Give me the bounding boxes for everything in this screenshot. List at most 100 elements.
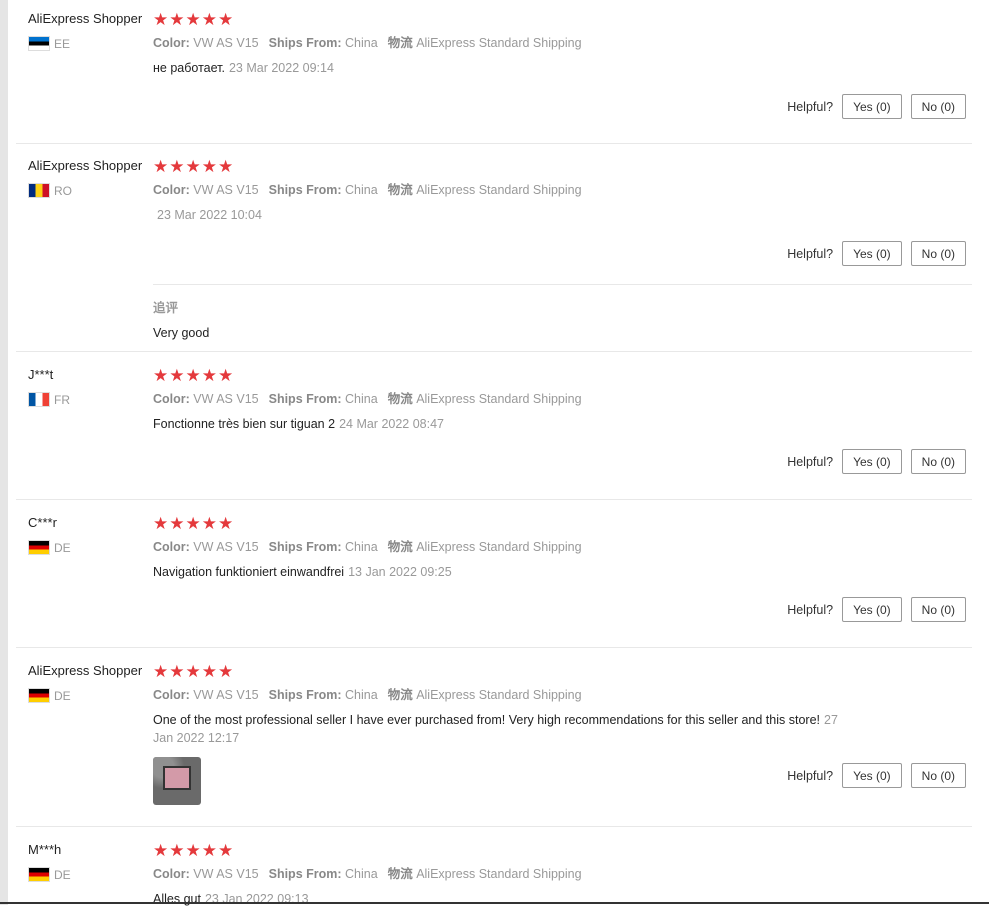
logistics-label: 物流 — [387, 688, 413, 702]
buyer-country: EE — [28, 36, 142, 51]
color-label: Color: — [153, 392, 190, 406]
buyer-country: DE — [28, 867, 71, 882]
star-rating: ★ ★ ★ ★ ★ — [153, 662, 873, 680]
color-label: Color: — [153, 540, 190, 554]
review-text: Navigation funktioniert einwandfrei — [153, 565, 345, 579]
logistics-value: AliExpress Standard Shipping — [416, 867, 582, 881]
review-date: 24 Mar 2022 08:47 — [339, 417, 445, 431]
helpful-yes-button[interactable]: Yes (0) — [842, 597, 902, 622]
star-icon: ★ — [201, 513, 217, 533]
star-icon: ★ — [201, 156, 217, 176]
star-icon: ★ — [185, 661, 201, 681]
star-icon: ★ — [218, 513, 234, 533]
logistics-value: AliExpress Standard Shipping — [416, 36, 582, 50]
buyer-name: AliExpress Shopper — [28, 158, 143, 173]
buyer-info: C***r DE — [28, 514, 71, 555]
helpful-controls: Helpful? Yes (0) No (0) — [787, 763, 966, 788]
review-item: J***t FR ★ ★ ★ ★ ★ Color: VW AS V15 Ships Fro… — [16, 352, 972, 500]
ships-from-value: China — [345, 867, 378, 881]
star-icon: ★ — [153, 365, 169, 385]
buyer-country: DE — [28, 540, 71, 555]
buyer-name: M***h — [28, 842, 62, 857]
ships-from-label: Ships From: — [268, 540, 342, 554]
review-photo-thumbnail[interactable] — [153, 757, 201, 805]
helpful-controls: Helpful? Yes (0) No (0) — [787, 94, 966, 119]
feedback-list: AliExpress Shopper EE ★ ★ ★ ★ ★ Color: VW AS… — [16, 0, 972, 907]
additional-feedback-text: Very good — [153, 326, 210, 340]
star-icon: ★ — [185, 156, 201, 176]
star-rating: ★ ★ ★ ★ ★ — [153, 10, 873, 28]
helpful-label: Helpful? — [787, 246, 834, 261]
ships-from-label: Ships From: — [268, 867, 342, 881]
helpful-yes-button[interactable]: Yes (0) — [842, 241, 902, 266]
review-item: C***r DE ★ ★ ★ ★ ★ Color: VW AS V15 Ships Fro… — [16, 500, 972, 648]
buyer-name: C***r — [28, 515, 57, 530]
star-icon: ★ — [185, 365, 201, 385]
star-icon: ★ — [185, 840, 201, 860]
review-date: 23 Mar 2022 10:04 — [157, 208, 262, 222]
star-icon: ★ — [185, 513, 201, 533]
additional-feedback-title: 追评 — [153, 301, 179, 315]
logistics-value: AliExpress Standard Shipping — [416, 392, 582, 406]
helpful-no-button[interactable]: No (0) — [910, 597, 966, 622]
star-icon: ★ — [169, 661, 185, 681]
review-text: не работает. — [153, 61, 225, 75]
star-icon: ★ — [201, 840, 217, 860]
order-info: Color: VW AS V15 Ships From: China 物流 AliE… — [153, 34, 873, 52]
color-label: Color: — [153, 36, 190, 50]
buyer-info: AliExpress Shopper RO — [28, 157, 142, 198]
helpful-controls: Helpful? Yes (0) No (0) — [787, 241, 966, 266]
buyer-info: M***h DE — [28, 841, 71, 882]
helpful-label: Helpful? — [787, 768, 834, 783]
buyer-info: AliExpress Shopper DE — [28, 662, 142, 703]
review-content: ★ ★ ★ ★ ★ Color: VW AS V15 Ships From: China 物… — [153, 366, 873, 433]
review-text: Fonctionne très bien sur tiguan 2 — [153, 417, 336, 431]
review-content: ★ ★ ★ ★ ★ Color: VW AS V15 Ships From: China 物… — [153, 662, 873, 805]
flag-ee-icon — [28, 36, 50, 51]
color-value: VW AS V15 — [193, 36, 259, 50]
ships-from-value: China — [345, 183, 378, 197]
ships-from-value: China — [345, 392, 378, 406]
buyer-country: FR — [28, 392, 70, 407]
logistics-value: AliExpress Standard Shipping — [416, 688, 582, 702]
helpful-controls: Helpful? Yes (0) No (0) — [787, 597, 966, 622]
helpful-yes-button[interactable]: Yes (0) — [842, 763, 902, 788]
helpful-no-button[interactable]: No (0) — [910, 449, 966, 474]
star-icon: ★ — [153, 513, 169, 533]
star-icon: ★ — [153, 661, 169, 681]
star-icon: ★ — [153, 840, 169, 860]
star-icon: ★ — [169, 365, 185, 385]
helpful-no-button[interactable]: No (0) — [910, 241, 966, 266]
review-item: AliExpress Shopper EE ★ ★ ★ ★ ★ Color: VW AS… — [16, 0, 972, 144]
helpful-yes-button[interactable]: Yes (0) — [842, 449, 902, 474]
logistics-label: 物流 — [387, 36, 413, 50]
review-body: не работает. 23 Mar 2022 09:14 — [153, 59, 873, 77]
helpful-no-button[interactable]: No (0) — [910, 763, 966, 788]
ships-from-label: Ships From: — [268, 392, 342, 406]
country-code: DE — [54, 540, 71, 555]
color-label: Color: — [153, 867, 190, 881]
helpful-no-button[interactable]: No (0) — [910, 94, 966, 119]
review-date: 13 Jan 2022 09:25 — [348, 565, 452, 579]
star-icon: ★ — [218, 156, 234, 176]
review-item: AliExpress Shopper DE ★ ★ ★ ★ ★ Color: VW AS… — [16, 648, 972, 827]
review-body: Alles gut 23 Jan 2022 09:13 — [153, 890, 873, 908]
country-code: DE — [54, 867, 71, 882]
color-label: Color: — [153, 688, 190, 702]
flag-de-icon — [28, 688, 50, 703]
helpful-yes-button[interactable]: Yes (0) — [842, 94, 902, 119]
logistics-value: AliExpress Standard Shipping — [416, 540, 582, 554]
review-content: ★ ★ ★ ★ ★ Color: VW AS V15 Ships From: China 物… — [153, 10, 873, 77]
additional-feedback: 追评 Very good — [153, 284, 972, 340]
review-text: One of the most professional seller I ha… — [153, 713, 820, 727]
review-body: 23 Mar 2022 10:04 — [153, 206, 873, 224]
order-info: Color: VW AS V15 Ships From: China 物流 AliE… — [153, 538, 873, 556]
star-icon: ★ — [169, 156, 185, 176]
star-icon: ★ — [201, 9, 217, 29]
star-icon: ★ — [169, 9, 185, 29]
buyer-name: AliExpress Shopper — [28, 663, 143, 678]
buyer-info: J***t FR — [28, 366, 70, 407]
buyer-country: DE — [28, 688, 142, 703]
star-rating: ★ ★ ★ ★ ★ — [153, 157, 873, 175]
helpful-label: Helpful? — [787, 454, 834, 469]
